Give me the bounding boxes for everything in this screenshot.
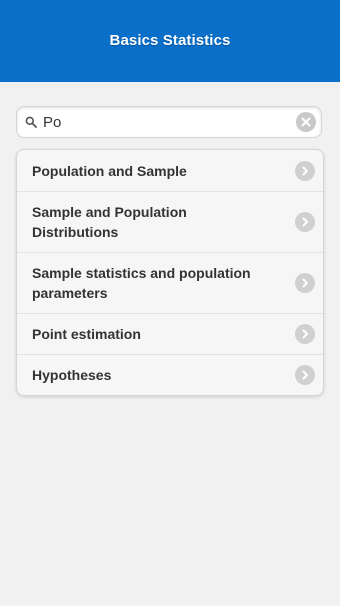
chevron-right-icon [295,273,315,293]
search-input[interactable] [39,110,296,134]
list-item-label: Sample and Population Distributions [32,204,187,240]
list-item[interactable]: Sample statistics and population paramet… [17,252,323,313]
search-icon [23,114,39,130]
list-item[interactable]: Hypotheses [17,354,323,395]
chevron-right-icon [295,160,315,181]
clear-icon[interactable] [296,112,316,132]
chevron-right-icon [295,365,315,385]
page-title: Basics Statistics [109,31,231,49]
topic-list: Population and Sample Sample and Populat… [16,149,324,396]
list-item-label: Population and Sample [32,162,187,179]
list-item-label: Point estimation [32,326,141,342]
list-item-label: Hypotheses [32,367,112,383]
chevron-right-icon [295,324,315,344]
list-item-label: Sample statistics and population paramet… [32,265,251,301]
chevron-right-icon [295,212,315,232]
list-item[interactable]: Population and Sample [17,150,323,191]
list-item[interactable]: Point estimation [17,313,323,354]
search-bar[interactable] [16,106,322,138]
app-header: Basics Statistics [0,0,340,82]
list-item[interactable]: Sample and Population Distributions [17,191,323,252]
